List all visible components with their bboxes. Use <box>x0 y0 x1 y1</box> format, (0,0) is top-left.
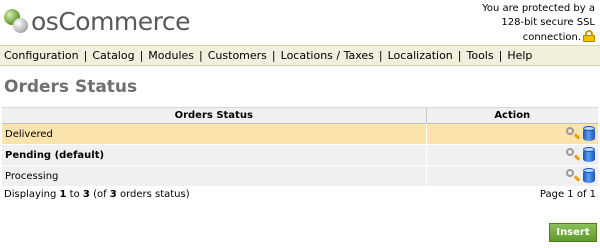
nav-item-catalog[interactable]: Catalog <box>92 49 134 62</box>
page-info: Page 1 of 1 <box>539 189 596 200</box>
nav-item-tools[interactable]: Tools <box>467 49 494 62</box>
edit-icon[interactable] <box>565 168 581 184</box>
table-footer: Displaying 1 to 3 (of 3 orders status) P… <box>4 189 596 200</box>
ssl-notice: You are protected by a 128-bit secure SS… <box>415 2 595 45</box>
nav-item-help[interactable]: Help <box>507 49 532 62</box>
table-row[interactable]: Processing <box>2 165 598 187</box>
logo-icon <box>4 9 28 33</box>
nav-separator: | <box>139 49 144 62</box>
ssl-line-1: You are protected by a <box>482 3 595 14</box>
lock-icon <box>583 30 595 42</box>
edit-icon[interactable] <box>565 147 581 163</box>
info-icon[interactable] <box>583 168 595 184</box>
nav-item-modules[interactable]: Modules <box>148 49 194 62</box>
table-row[interactable]: Pending (default) <box>2 144 598 166</box>
ssl-line-3: connection. <box>522 32 581 43</box>
ssl-line-2: 128-bit secure SSL <box>501 17 595 28</box>
main-nav: Configuration | Catalog | Modules | Cust… <box>0 45 600 66</box>
row-actions <box>426 165 598 187</box>
nav-separator: | <box>199 49 203 62</box>
insert-button[interactable]: Insert <box>549 223 597 242</box>
page-title: Orders Status <box>4 77 138 97</box>
nav-separator: | <box>498 49 503 62</box>
column-header-status: Orders Status <box>2 107 427 124</box>
table-header-row: Orders Status Action <box>2 107 598 124</box>
status-name: Delivered <box>2 123 427 145</box>
nav-separator: | <box>83 49 88 62</box>
record-count: Displaying 1 to 3 (of 3 orders status) <box>4 189 190 200</box>
nav-item-customers[interactable]: Customers <box>208 49 267 62</box>
nav-item-locations-taxes[interactable]: Locations / Taxes <box>281 49 374 62</box>
row-actions <box>426 123 598 145</box>
column-header-action: Action <box>426 107 598 124</box>
nav-separator: | <box>457 49 462 62</box>
status-name: Pending (default) <box>2 144 427 166</box>
nav-item-localization[interactable]: Localization <box>388 49 453 62</box>
table-row[interactable]: Delivered <box>2 123 598 145</box>
nav-separator: | <box>378 49 383 62</box>
header: osCommerce You are protected by a 128-bi… <box>0 0 600 44</box>
orders-status-table: Orders Status Action Delivered Pending (… <box>2 107 598 187</box>
row-actions <box>426 144 598 166</box>
nav-item-configuration[interactable]: Configuration <box>4 49 79 62</box>
edit-icon[interactable] <box>565 126 581 142</box>
oscommerce-logo[interactable]: osCommerce <box>4 5 191 37</box>
info-icon[interactable] <box>583 147 595 163</box>
logo-text: osCommerce <box>31 6 191 36</box>
status-name: Processing <box>2 165 427 187</box>
info-icon[interactable] <box>583 126 595 142</box>
nav-separator: | <box>271 49 276 62</box>
